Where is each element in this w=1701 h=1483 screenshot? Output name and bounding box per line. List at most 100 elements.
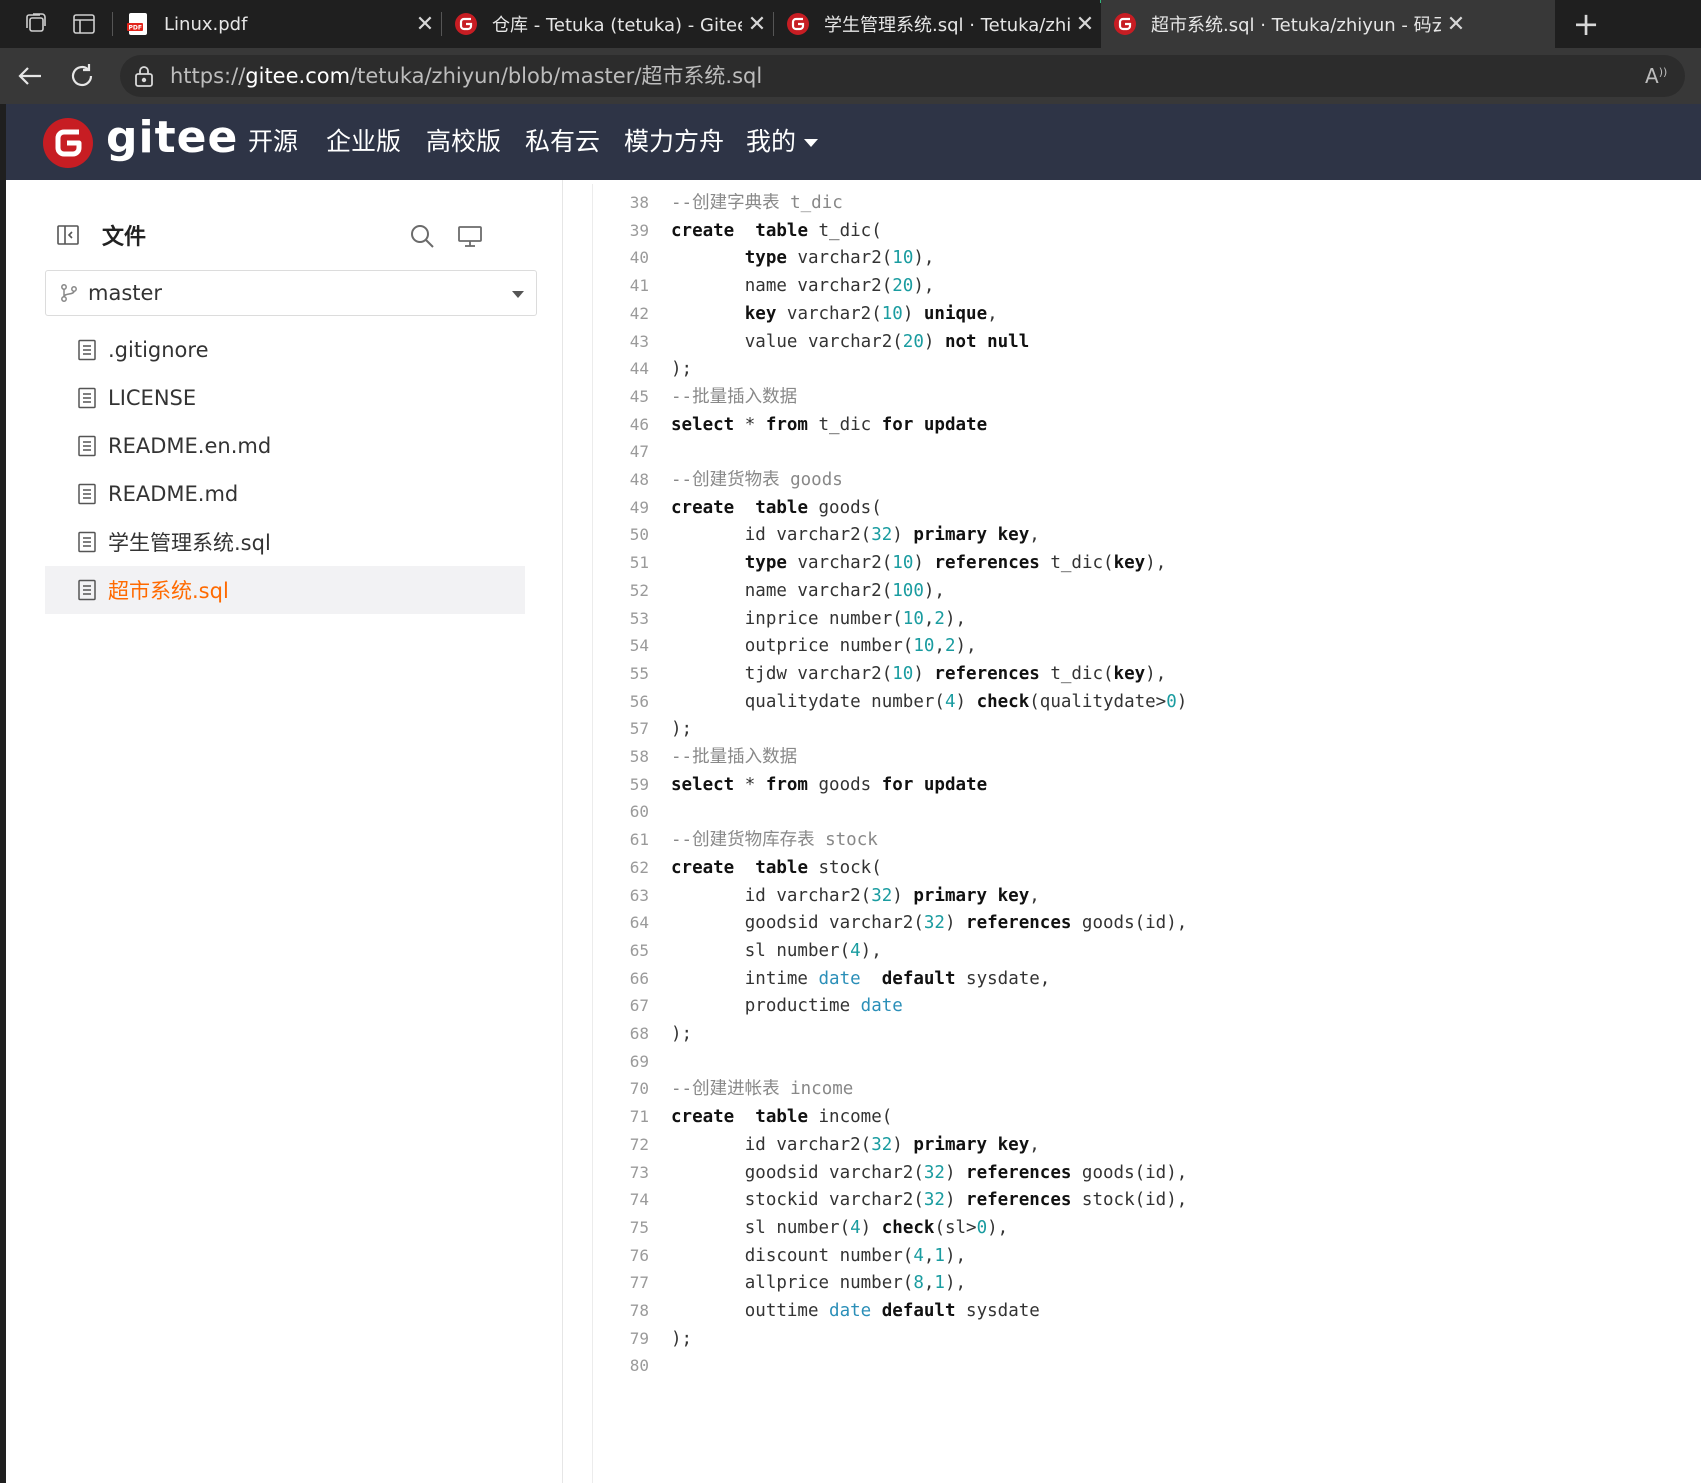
nav-private-cloud[interactable]: 私有云 — [525, 104, 600, 180]
nav-moli-fangzhou[interactable]: 模力方舟 — [624, 104, 724, 180]
line-number[interactable]: 71 — [593, 1102, 649, 1132]
close-tab-icon[interactable]: ✕ — [410, 12, 440, 37]
nav-open-source[interactable]: 开源 — [248, 104, 298, 180]
search-icon[interactable] — [408, 222, 436, 250]
branch-selector[interactable]: master — [45, 270, 537, 316]
line-number[interactable]: 39 — [593, 216, 649, 246]
file-name: LICENSE — [108, 386, 197, 410]
line-number[interactable]: 50 — [593, 520, 649, 550]
monitor-icon[interactable] — [456, 222, 484, 250]
close-tab-icon[interactable]: ✕ — [1070, 12, 1100, 37]
nav-mine[interactable]: 我的 — [746, 104, 819, 180]
line-number[interactable]: 51 — [593, 548, 649, 578]
file-item[interactable]: .gitignore — [45, 326, 525, 374]
code-text: stockid varchar2(32) references stock(id… — [671, 1185, 1188, 1215]
line-number[interactable]: 72 — [593, 1130, 649, 1160]
line-number[interactable]: 46 — [593, 410, 649, 440]
line-number[interactable]: 68 — [593, 1019, 649, 1049]
line-number[interactable]: 57 — [593, 714, 649, 744]
line-number[interactable]: 52 — [593, 576, 649, 606]
code-token: t_dic( — [807, 220, 882, 241]
gitee-brand[interactable]: gitee — [106, 112, 238, 163]
line-number[interactable]: 58 — [593, 742, 649, 772]
line-number[interactable]: 63 — [593, 881, 649, 911]
nav-enterprise[interactable]: 企业版 — [326, 104, 401, 180]
line-number[interactable]: 65 — [593, 936, 649, 966]
file-item-active[interactable]: 超市系统.sql — [45, 566, 525, 614]
tab-linux-pdf[interactable]: PDF Linux.pdf ✕ — [114, 0, 440, 48]
line-number[interactable]: 66 — [593, 964, 649, 994]
tab-actions-icon[interactable] — [70, 10, 98, 38]
code-token: ); — [671, 1328, 693, 1349]
line-number[interactable]: 64 — [593, 908, 649, 938]
line-number[interactable]: 49 — [593, 493, 649, 523]
code-token: , — [923, 1273, 935, 1294]
line-number[interactable]: 55 — [593, 659, 649, 689]
code-viewer[interactable]: 38 --创建字典表 t_dic 39 create table t_dic(40 t… — [592, 184, 1693, 1483]
line-number[interactable]: 76 — [593, 1241, 649, 1271]
line-number[interactable]: 62 — [593, 853, 649, 883]
line-number[interactable]: 54 — [593, 631, 649, 661]
line-number[interactable]: 69 — [593, 1047, 649, 1077]
line-number[interactable]: 70 — [593, 1074, 649, 1104]
line-number[interactable]: 45 — [593, 382, 649, 412]
file-item[interactable]: LICENSE — [45, 374, 525, 422]
code-token: date — [829, 1301, 872, 1321]
line-number[interactable]: 42 — [593, 299, 649, 329]
line-number[interactable]: 74 — [593, 1185, 649, 1215]
sidebar-title: 文件 — [102, 225, 147, 250]
line-number[interactable]: 73 — [593, 1158, 649, 1188]
line-number[interactable]: 53 — [593, 604, 649, 634]
read-aloud-icon[interactable]: A)) — [1645, 64, 1671, 88]
line-number[interactable]: 40 — [593, 243, 649, 273]
new-tab-button[interactable]: + — [1566, 4, 1606, 44]
code-token: ) — [944, 1162, 967, 1183]
tab-gitee-repo[interactable]: 仓库 - Tetuka (tetuka) - Gitee.com ✕ — [442, 0, 772, 48]
line-number[interactable]: 61 — [593, 825, 649, 855]
code-token: 2 — [944, 636, 956, 657]
line-number[interactable]: 78 — [593, 1296, 649, 1326]
code-token: --批量插入数据 — [671, 386, 798, 407]
code-token: ) — [923, 331, 945, 352]
nav-education[interactable]: 高校版 — [426, 104, 501, 180]
code-text: --批量插入数据 — [671, 742, 797, 772]
line-number[interactable]: 41 — [593, 271, 649, 301]
line-number[interactable]: 56 — [593, 687, 649, 717]
collapse-sidebar-icon[interactable] — [56, 223, 80, 247]
code-token: outprice number( — [671, 636, 914, 657]
code-token: , — [1029, 885, 1040, 906]
code-token: references — [966, 1190, 1072, 1211]
line-number[interactable]: 60 — [593, 797, 649, 827]
refresh-icon[interactable] — [66, 60, 98, 92]
code-token: productime — [671, 996, 861, 1017]
url-bar[interactable]: https://gitee.com/tetuka/zhiyun/blob/mas… — [120, 55, 1685, 97]
line-number[interactable]: 79 — [593, 1324, 649, 1354]
file-item[interactable]: README.en.md — [45, 422, 525, 470]
gitee-logo-icon[interactable] — [42, 117, 94, 169]
browser-tab-bar: PDF Linux.pdf ✕ 仓库 - Tetuka (tetuka) - G… — [0, 0, 1701, 48]
svg-text:PDF: PDF — [129, 25, 142, 32]
line-number[interactable]: 77 — [593, 1268, 649, 1298]
line-number[interactable]: 67 — [593, 991, 649, 1021]
tab-supermarket-sql[interactable]: 超市系统.sql · Tetuka/zhiyun - 码云 ✕ — [1101, 0, 1555, 48]
back-icon[interactable] — [14, 60, 46, 92]
line-number[interactable]: 44 — [593, 354, 649, 384]
code-token: from — [765, 774, 808, 795]
code-text: ); — [671, 714, 692, 744]
tab-student-sql[interactable]: 学生管理系统.sql · Tetuka/zhiyun ✕ — [774, 0, 1100, 48]
line-number[interactable]: 38 — [593, 188, 649, 218]
file-item[interactable]: 学生管理系统.sql — [45, 518, 525, 566]
lock-icon[interactable] — [132, 64, 156, 88]
code-token: ) — [892, 1134, 914, 1155]
line-number[interactable]: 48 — [593, 465, 649, 495]
line-number[interactable]: 75 — [593, 1213, 649, 1243]
line-number[interactable]: 80 — [593, 1351, 649, 1381]
line-number[interactable]: 59 — [593, 770, 649, 800]
close-tab-icon[interactable]: ✕ — [742, 12, 772, 37]
line-number[interactable]: 47 — [593, 437, 649, 467]
code-token: 0 — [976, 1217, 988, 1238]
workspaces-icon[interactable] — [22, 10, 50, 38]
close-tab-icon[interactable]: ✕ — [1441, 12, 1471, 37]
line-number[interactable]: 43 — [593, 327, 649, 357]
file-item[interactable]: README.md — [45, 470, 525, 518]
